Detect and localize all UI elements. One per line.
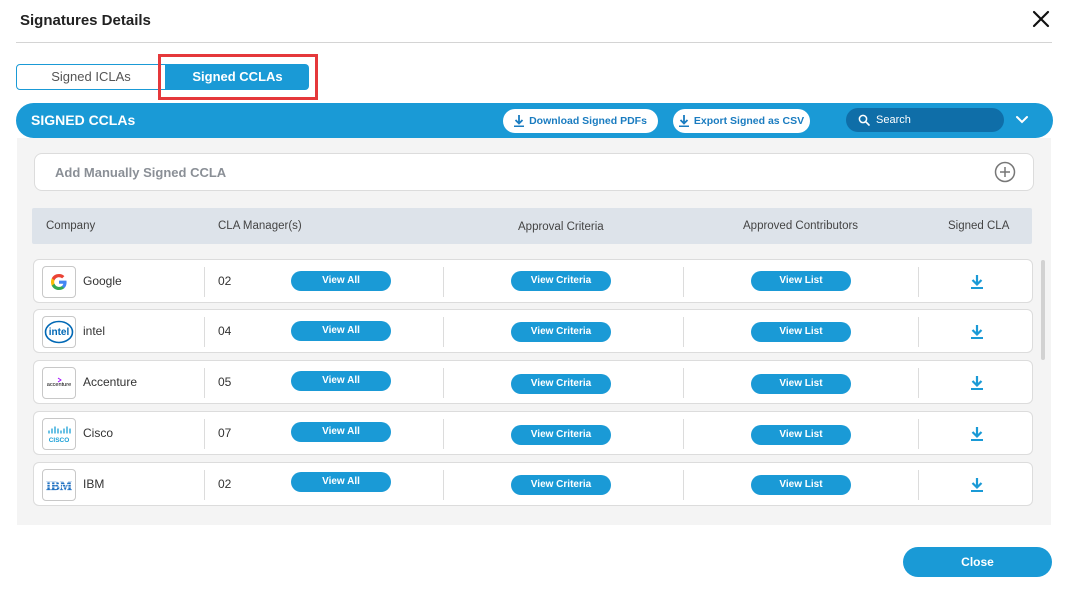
view-all-button[interactable]: View All bbox=[291, 271, 391, 291]
company-name: Google bbox=[83, 274, 122, 288]
view-list-button[interactable]: View List bbox=[751, 322, 851, 342]
manager-count: 02 bbox=[218, 274, 232, 288]
ibm-logo: IBM bbox=[42, 469, 76, 501]
table-row: intel intel 04 View All View Criteria Vi… bbox=[33, 309, 1033, 353]
column-divider bbox=[918, 470, 919, 500]
download-icon[interactable] bbox=[970, 274, 984, 290]
column-divider bbox=[204, 267, 205, 297]
column-divider bbox=[683, 470, 684, 500]
company-name: Cisco bbox=[83, 426, 114, 440]
view-criteria-button[interactable]: View Criteria bbox=[511, 374, 611, 394]
dialog-title: Signatures Details bbox=[20, 12, 151, 29]
download-icon[interactable] bbox=[970, 477, 984, 493]
download-signed-pdfs-label: Download Signed PDFs bbox=[529, 115, 647, 127]
view-list-button[interactable]: View List bbox=[751, 475, 851, 495]
table-header: Company CLA Manager(s) Approval Criteria… bbox=[32, 208, 1032, 244]
view-list-button[interactable]: View List bbox=[751, 271, 851, 291]
export-signed-csv-button[interactable]: Export Signed as CSV bbox=[673, 109, 810, 133]
column-divider bbox=[204, 317, 205, 347]
view-all-button[interactable]: View All bbox=[291, 371, 391, 391]
header-signed-cla: Signed CLA bbox=[948, 220, 1010, 232]
company-name: Accenture bbox=[83, 375, 138, 389]
column-divider bbox=[204, 419, 205, 449]
manager-count: 04 bbox=[218, 324, 232, 338]
column-divider bbox=[918, 368, 919, 398]
column-divider bbox=[918, 419, 919, 449]
tab-signed-iclas[interactable]: Signed ICLAs bbox=[16, 64, 166, 90]
header-divider bbox=[16, 42, 1052, 43]
download-icon[interactable] bbox=[970, 375, 984, 391]
column-divider bbox=[443, 368, 444, 398]
tab-signed-cclas[interactable]: Signed CCLAs bbox=[166, 64, 309, 90]
column-divider bbox=[918, 317, 919, 347]
svg-text:CISCO: CISCO bbox=[49, 437, 70, 444]
header-company: Company bbox=[46, 220, 96, 232]
google-logo bbox=[42, 266, 76, 298]
column-divider bbox=[443, 470, 444, 500]
view-all-button[interactable]: View All bbox=[291, 422, 391, 442]
view-criteria-button[interactable]: View Criteria bbox=[511, 322, 611, 342]
manager-count: 05 bbox=[218, 375, 232, 389]
view-list-button[interactable]: View List bbox=[751, 374, 851, 394]
export-signed-csv-label: Export Signed as CSV bbox=[693, 115, 805, 127]
column-divider bbox=[443, 419, 444, 449]
scrollbar[interactable] bbox=[1041, 260, 1045, 360]
svg-text:IBM: IBM bbox=[46, 478, 72, 493]
column-divider bbox=[683, 267, 684, 297]
accenture-logo: accenture bbox=[42, 367, 76, 399]
table-row: IBM IBM 02 View All View Criteria View L… bbox=[33, 462, 1033, 506]
search-icon bbox=[858, 114, 870, 126]
manager-count: 02 bbox=[218, 477, 232, 491]
close-button[interactable]: Close bbox=[903, 547, 1052, 577]
view-list-button[interactable]: View List bbox=[751, 425, 851, 445]
close-icon[interactable] bbox=[1030, 8, 1052, 30]
add-manually-label: Add Manually Signed CCLA bbox=[55, 165, 227, 180]
cclas-toolbar: SIGNED CCLAs Download Signed PDFs Export… bbox=[16, 103, 1053, 138]
cisco-logo: CISCO bbox=[42, 418, 76, 450]
company-name: intel bbox=[83, 324, 106, 338]
column-divider bbox=[918, 267, 919, 297]
download-icon bbox=[514, 115, 525, 127]
svg-text:intel: intel bbox=[49, 327, 70, 338]
manager-count: 07 bbox=[218, 426, 232, 440]
column-divider bbox=[204, 470, 205, 500]
download-signed-pdfs-button[interactable]: Download Signed PDFs bbox=[503, 109, 658, 133]
add-manually-signed-ccla[interactable]: Add Manually Signed CCLA bbox=[34, 153, 1034, 191]
intel-logo: intel bbox=[42, 316, 76, 348]
search-box[interactable] bbox=[846, 108, 1004, 132]
company-name: IBM bbox=[83, 477, 105, 491]
table-row: Google 02 View All View Criteria View Li… bbox=[33, 259, 1033, 303]
header-cla-managers: CLA Manager(s) bbox=[218, 220, 302, 232]
column-divider bbox=[443, 267, 444, 297]
header-approval-criteria: Approval Criteria bbox=[518, 221, 604, 233]
download-icon[interactable] bbox=[970, 426, 984, 442]
table-row: accenture Accenture 05 View All View Cri… bbox=[33, 360, 1033, 404]
view-all-button[interactable]: View All bbox=[291, 472, 391, 492]
add-circle-icon[interactable] bbox=[994, 161, 1016, 183]
column-divider bbox=[443, 317, 444, 347]
download-icon[interactable] bbox=[970, 324, 984, 340]
toolbar-title: SIGNED CCLAs bbox=[31, 112, 136, 128]
chevron-down-icon[interactable] bbox=[1014, 111, 1030, 129]
header-approved-contributors: Approved Contributors bbox=[743, 220, 859, 232]
download-icon bbox=[678, 115, 689, 127]
search-input[interactable] bbox=[876, 114, 996, 126]
svg-text:accenture: accenture bbox=[47, 382, 72, 388]
column-divider bbox=[683, 368, 684, 398]
view-criteria-button[interactable]: View Criteria bbox=[511, 271, 611, 291]
column-divider bbox=[204, 368, 205, 398]
view-all-button[interactable]: View All bbox=[291, 321, 391, 341]
column-divider bbox=[683, 419, 684, 449]
table-row: CISCO Cisco 07 View All View Criteria Vi… bbox=[33, 411, 1033, 455]
view-criteria-button[interactable]: View Criteria bbox=[511, 475, 611, 495]
view-criteria-button[interactable]: View Criteria bbox=[511, 425, 611, 445]
column-divider bbox=[683, 317, 684, 347]
